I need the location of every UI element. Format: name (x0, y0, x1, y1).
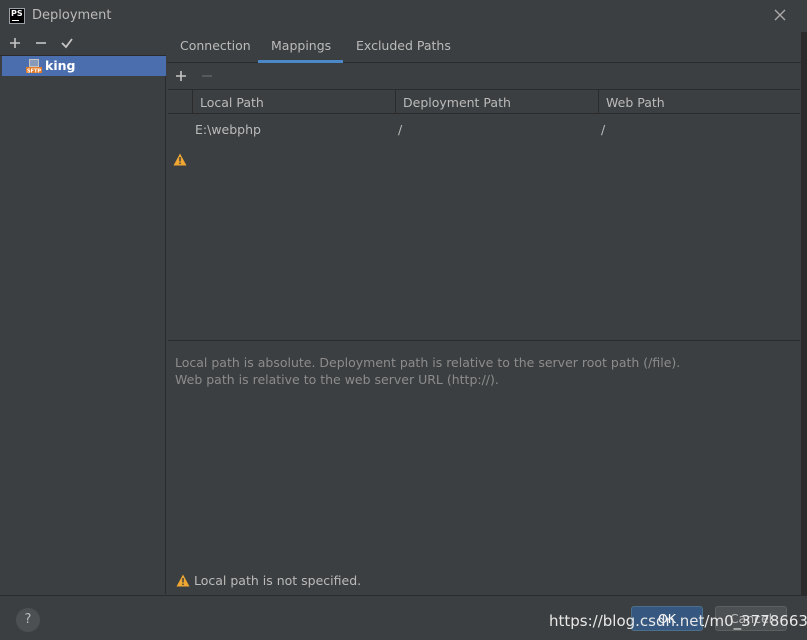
column-header-web-path[interactable]: Web Path (606, 95, 665, 110)
check-icon[interactable] (59, 35, 75, 51)
servers-toolbar (0, 32, 166, 56)
close-icon[interactable] (773, 8, 787, 22)
column-header-deployment-path[interactable]: Deployment Path (403, 95, 511, 110)
mappings-toolbar (167, 64, 807, 88)
validation-warning: Local path is not specified. (176, 573, 361, 588)
tab-mappings[interactable]: Mappings (271, 38, 331, 53)
tab-connection[interactable]: Connection (180, 38, 251, 53)
phpstorm-logo-icon: PS (9, 8, 25, 24)
column-header-local-path[interactable]: Local Path (200, 95, 264, 110)
background-editor-edge (801, 0, 807, 595)
server-label: king (45, 58, 76, 73)
add-mapping-icon[interactable] (173, 68, 189, 84)
title-bar: PS Deployment (0, 0, 807, 32)
sftp-icon: SFTP (26, 59, 42, 74)
tab-excluded-paths[interactable]: Excluded Paths (356, 38, 451, 53)
warning-icon (176, 574, 190, 587)
help-line-web-path: Web path is relative to the web server U… (175, 372, 499, 387)
column-separator (598, 90, 599, 114)
mappings-table: Local Path Deployment Path Web Path E:\w… (168, 89, 800, 341)
web-path-cell[interactable]: / (601, 122, 605, 137)
add-icon[interactable] (7, 35, 23, 51)
remove-mapping-icon[interactable] (199, 68, 215, 84)
local-path-cell[interactable]: E:\webphp (195, 122, 261, 137)
mapping-help-text: Local path is absolute. Deployment path … (175, 354, 680, 388)
deployment-path-cell[interactable]: / (398, 122, 402, 137)
window-title: Deployment (32, 8, 112, 23)
column-separator (192, 90, 193, 114)
help-line-local-path: Local path is absolute. Deployment path … (175, 355, 681, 370)
server-item-king[interactable]: SFTP king (2, 56, 166, 76)
warning-text: Local path is not specified. (194, 573, 362, 588)
deployment-dialog: PS Deployment SFTP king Connection Mappi… (0, 0, 807, 640)
remove-icon[interactable] (33, 35, 49, 51)
help-button[interactable]: ? (16, 608, 40, 632)
svg-text:SFTP: SFTP (27, 68, 41, 74)
column-separator (395, 90, 396, 114)
table-header: Local Path Deployment Path Web Path (168, 89, 800, 114)
warning-icon (173, 153, 187, 166)
selected-tab-indicator (258, 60, 343, 63)
watermark: https://blog.csdn.net/m0_37786634 (549, 612, 807, 630)
tab-bar: Connection Mappings Excluded Paths (167, 32, 807, 63)
servers-tree: SFTP king (0, 56, 166, 594)
